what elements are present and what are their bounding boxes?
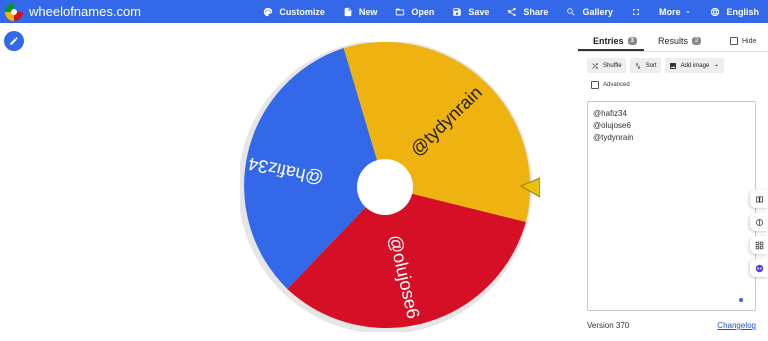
brand-name[interactable]: wheelofnames.com: [29, 4, 141, 19]
logo-icon[interactable]: [5, 2, 23, 21]
tab-entries[interactable]: Entries 3: [593, 36, 637, 46]
save-label: Save: [468, 6, 490, 17]
share-icon: [508, 7, 517, 16]
share-label: Share: [523, 6, 549, 17]
sort-icon: [635, 62, 640, 69]
add-image-button[interactable]: Add image: [664, 58, 725, 73]
add-image-label: Add image: [680, 62, 710, 69]
new-label: New: [358, 6, 378, 17]
customize-label: Customize: [279, 6, 325, 17]
brain-icon[interactable]: [750, 213, 768, 231]
more-button[interactable]: More: [650, 0, 702, 23]
hide-label: Hide: [742, 37, 757, 45]
palette-icon: [264, 7, 273, 16]
new-file-icon: [344, 7, 352, 16]
panel-tabs: Entries 3 Results 2 Hide: [578, 31, 768, 52]
gallery-button[interactable]: Gallery: [557, 0, 622, 23]
shuffle-label: Shuffle: [603, 62, 622, 69]
tab-results[interactable]: Results 2: [658, 36, 702, 46]
grid-icon[interactable]: [750, 236, 768, 254]
app-root: wheelofnames.com Customize New Open Save…: [0, 0, 768, 341]
side-panel: Entries 3 Results 2 Hide Shuffle Sort Ad…: [578, 31, 768, 341]
pencil-icon: [10, 37, 18, 45]
tab-divider: [578, 51, 768, 52]
results-count-badge: 2: [692, 37, 702, 45]
top-bar: wheelofnames.com Customize New Open Save…: [0, 0, 768, 23]
wheel-center[interactable]: [357, 159, 413, 215]
chevron-down-icon: [686, 10, 691, 13]
fullscreen-icon: [633, 8, 639, 15]
entry-line: @hafiz34: [593, 109, 627, 118]
grammarly-dot-icon[interactable]: [739, 298, 743, 302]
fullscreen-button[interactable]: [622, 0, 650, 23]
entries-count-badge: 3: [627, 37, 637, 45]
chevron-down-icon: [715, 64, 719, 67]
shuffle-button[interactable]: Shuffle: [587, 58, 626, 73]
advanced-toggle[interactable]: Advanced: [591, 81, 630, 89]
assistant-face-icon[interactable]: [750, 259, 768, 277]
folder-open-icon: [396, 8, 405, 15]
hide-toggle[interactable]: Hide: [730, 37, 756, 45]
sort-label: Sort: [645, 62, 657, 69]
customize-button[interactable]: Customize: [254, 0, 334, 23]
search-icon: [567, 7, 575, 16]
advanced-label: Advanced: [603, 82, 630, 88]
image-icon: [669, 62, 676, 69]
entries-textarea[interactable]: @hafiz34 @olujose6 @tydynrain: [587, 101, 756, 311]
wheel-of-names[interactable]: @hafiz34 @olujose6 @tydynrain: [240, 42, 540, 332]
entry-line: @tydynrain: [593, 133, 634, 142]
open-button[interactable]: Open: [386, 0, 443, 23]
gallery-label: Gallery: [582, 6, 613, 17]
language-button[interactable]: English: [701, 0, 768, 23]
share-button[interactable]: Share: [498, 0, 557, 23]
book-icon[interactable]: [750, 190, 768, 208]
new-button[interactable]: New: [334, 0, 387, 23]
edit-button[interactable]: [4, 31, 24, 51]
globe-icon: [711, 7, 720, 16]
entry-line: @olujose6: [593, 121, 631, 130]
changelog-link[interactable]: Changelog: [717, 321, 756, 330]
side-extension-icons: [750, 190, 768, 282]
tab-entries-label: Entries: [593, 36, 624, 46]
shuffle-icon: [592, 62, 598, 69]
save-icon: [453, 7, 462, 16]
more-label: More: [658, 6, 681, 17]
sort-button[interactable]: Sort: [629, 58, 661, 73]
open-label: Open: [411, 6, 435, 17]
language-label: English: [726, 6, 759, 17]
tab-results-label: Results: [658, 36, 689, 46]
top-menu: Customize New Open Save Share Gallery Mo…: [254, 0, 768, 23]
entry-tools: Shuffle Sort Add image: [587, 58, 728, 73]
hide-checkbox[interactable]: [730, 37, 738, 45]
advanced-checkbox[interactable]: [591, 81, 599, 89]
save-button[interactable]: Save: [443, 0, 498, 23]
version-text: Version 370: [587, 321, 630, 330]
